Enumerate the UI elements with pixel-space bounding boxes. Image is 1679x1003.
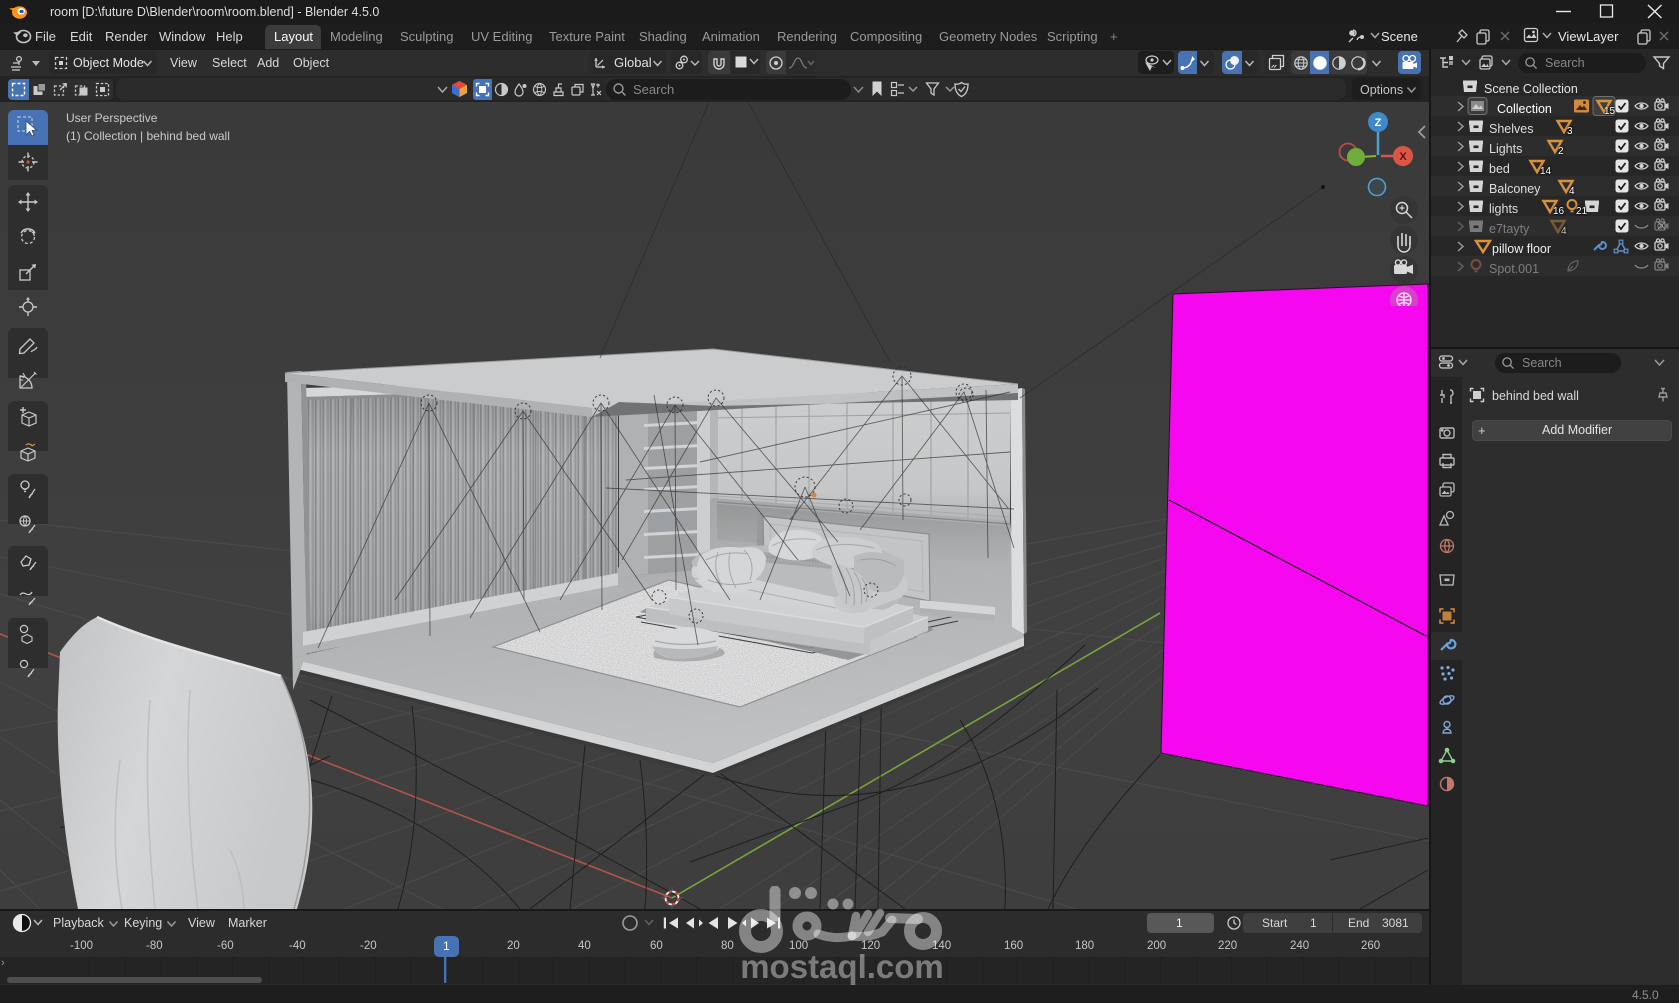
svg-text:X: X	[1399, 151, 1407, 163]
svg-text:Z: Z	[1375, 117, 1382, 129]
svg-text:mostaql.com: mostaql.com	[740, 948, 944, 985]
